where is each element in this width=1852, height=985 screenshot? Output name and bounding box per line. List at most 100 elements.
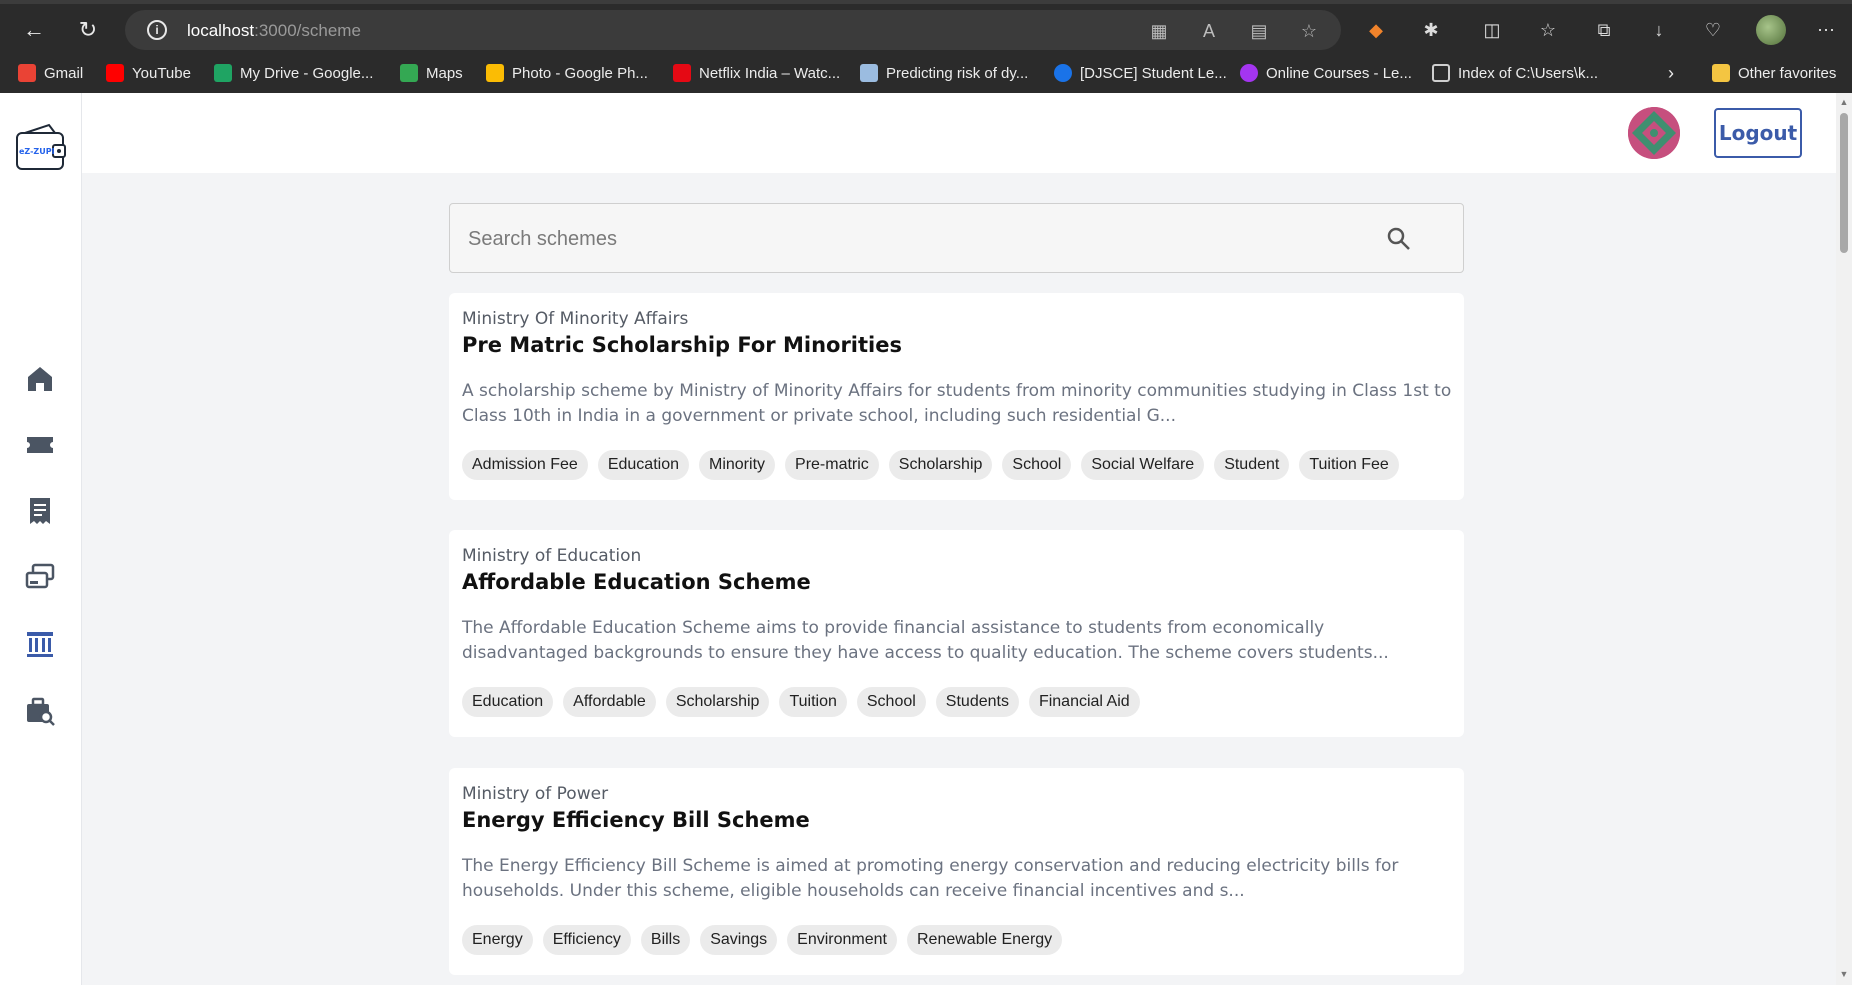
job-search-icon[interactable] — [24, 695, 56, 727]
refresh-icon[interactable]: ↻ — [72, 14, 104, 46]
favorites-icon[interactable]: ☆ — [1534, 16, 1562, 44]
scheme-description: The Energy Efficiency Bill Scheme is aim… — [462, 856, 1399, 901]
scheme-ministry: Ministry of Power — [462, 784, 609, 804]
scheme-tag[interactable]: Scholarship — [888, 450, 993, 480]
scheme-title[interactable]: Energy Efficiency Bill Scheme — [462, 808, 810, 832]
ticket-icon[interactable] — [24, 429, 56, 461]
downloads-icon[interactable]: ↓ — [1645, 16, 1673, 44]
search-icon[interactable] — [1386, 226, 1412, 252]
scheme-tag[interactable]: Students — [935, 687, 1019, 717]
scheme-card[interactable]: Ministry of Power Energy Efficiency Bill… — [449, 768, 1464, 975]
scheme-title[interactable]: Pre Matric Scholarship For Minorities — [462, 333, 902, 357]
scheme-tag[interactable]: Tuition Fee — [1299, 450, 1399, 480]
youtube-icon — [106, 64, 124, 82]
scheme-tag[interactable]: Admission Fee — [462, 450, 588, 480]
sidebar: eZ-ZUPI — [0, 93, 82, 985]
scheme-tag[interactable]: School — [856, 687, 926, 717]
scheme-tag[interactable]: Affordable — [563, 687, 656, 717]
scroll-up-arrow-icon[interactable]: ▲ — [1839, 97, 1849, 107]
wallet-logo-icon: eZ-ZUPI — [16, 123, 66, 170]
scheme-title[interactable]: Affordable Education Scheme — [462, 570, 811, 594]
user-avatar[interactable] — [1628, 107, 1680, 159]
scheme-tag[interactable]: Energy — [462, 925, 533, 955]
app-logo[interactable]: eZ-ZUPI — [15, 123, 67, 173]
scheme-tag[interactable]: Social Welfare — [1081, 450, 1205, 480]
read-aloud-icon[interactable]: A — [1196, 18, 1222, 44]
bank-icon[interactable] — [24, 628, 56, 660]
avatar-pattern-icon — [1628, 107, 1680, 159]
scheme-tag[interactable]: Environment — [787, 925, 897, 955]
search-input[interactable] — [468, 222, 1368, 256]
scheme-tags: Energy Efficiency Bills Savings Environm… — [462, 925, 1063, 955]
scheme-description: The Affordable Education Scheme aims to … — [462, 618, 1389, 663]
metamask-extension-icon[interactable]: ◆ — [1362, 16, 1390, 44]
scheme-ministry: Ministry Of Minority Affairs — [462, 309, 689, 329]
scheme-tag[interactable]: Savings — [700, 925, 778, 955]
scheme-tag[interactable]: Student — [1214, 450, 1290, 480]
scheme-tag[interactable]: School — [1002, 450, 1072, 480]
gmail-icon — [18, 64, 36, 82]
bookmarks-bar: Gmail YouTube My Drive - Google... Maps … — [0, 54, 1852, 93]
document-thumbnail-icon — [860, 64, 878, 82]
more-menu-icon[interactable]: ⋯ — [1812, 16, 1840, 44]
scheme-tag[interactable]: Efficiency — [542, 925, 631, 955]
bookmark-netflix[interactable]: Netflix India – Watc... — [673, 61, 840, 85]
bookmark-youtube[interactable]: YouTube — [106, 61, 191, 85]
bookmark-djsce[interactable]: [DJSCE] Student Le... — [1054, 61, 1227, 85]
photos-icon — [486, 64, 504, 82]
file-icon — [1432, 64, 1450, 82]
netflix-icon — [673, 64, 691, 82]
apps-icon[interactable]: ▦ — [1146, 18, 1172, 44]
scheme-ministry: Ministry of Education — [462, 546, 642, 566]
browser-essentials-icon[interactable]: ♡ — [1699, 16, 1727, 44]
scheme-tag[interactable]: Minority — [699, 450, 776, 480]
bookmark-index[interactable]: Index of C:\Users\k... — [1432, 61, 1598, 85]
back-icon[interactable]: ← — [18, 14, 50, 46]
scheme-card[interactable]: Ministry of Education Affordable Educati… — [449, 530, 1464, 737]
scheme-card[interactable]: Ministry Of Minority Affairs Pre Matric … — [449, 293, 1464, 500]
split-screen-icon[interactable]: ◫ — [1478, 16, 1506, 44]
main-content: Ministry Of Minority Affairs Pre Matric … — [82, 173, 1836, 985]
receipt-icon[interactable] — [24, 495, 56, 527]
bookmark-online-courses[interactable]: Online Courses - Le... — [1240, 61, 1412, 85]
site-info-icon[interactable]: i — [147, 20, 167, 40]
profile-avatar[interactable] — [1756, 15, 1786, 45]
cards-icon[interactable] — [24, 561, 56, 593]
page-scrollbar[interactable]: ▲ ▼ — [1836, 93, 1852, 985]
udemy-icon — [1240, 64, 1258, 82]
collections-icon[interactable]: ⧉ — [1590, 16, 1618, 44]
bookmark-maps[interactable]: Maps — [400, 61, 463, 85]
scheme-tag[interactable]: Renewable Energy — [906, 925, 1063, 955]
scheme-tag[interactable]: Tuition — [779, 687, 847, 717]
djsce-icon — [1054, 64, 1072, 82]
maps-icon — [400, 64, 418, 82]
app-header: Logout — [0, 93, 1836, 173]
bookmarks-overflow-chevron-icon[interactable]: › — [1668, 61, 1674, 85]
browser-toolbar: ← ↻ i localhost:3000/scheme ▦ A ▤ ☆ ◆ ✱ … — [0, 4, 1852, 54]
scheme-tag[interactable]: Education — [597, 450, 689, 480]
extensions-icon[interactable]: ✱ — [1417, 16, 1445, 44]
bookmark-photos[interactable]: Photo - Google Ph... — [486, 61, 648, 85]
scheme-tag[interactable]: Pre-matric — [785, 450, 879, 480]
scrollbar-thumb[interactable] — [1840, 113, 1848, 253]
bookmark-drive[interactable]: My Drive - Google... — [214, 61, 373, 85]
scheme-tag[interactable]: Scholarship — [665, 687, 770, 717]
home-icon[interactable] — [24, 363, 56, 395]
scheme-description: A scholarship scheme by Ministry of Mino… — [462, 381, 1452, 426]
bookmark-predicting-risk[interactable]: Predicting risk of dy... — [860, 61, 1028, 85]
svg-text:eZ-ZUPI: eZ-ZUPI — [19, 147, 55, 156]
immersive-reader-icon[interactable]: ▤ — [1246, 18, 1272, 44]
bookmark-gmail[interactable]: Gmail — [18, 61, 83, 85]
bookmark-other-favorites[interactable]: Other favorites — [1712, 61, 1836, 85]
scheme-tag[interactable]: Bills — [640, 925, 691, 955]
scheme-tag[interactable]: Education — [462, 687, 554, 717]
url-text[interactable]: localhost:3000/scheme — [187, 21, 361, 41]
scheme-tag[interactable]: Financial Aid — [1028, 687, 1140, 717]
address-bar[interactable]: i localhost:3000/scheme ▦ A ▤ ☆ — [125, 10, 1341, 50]
logout-button[interactable]: Logout — [1714, 108, 1802, 158]
scheme-tags: Admission Fee Education Minority Pre-mat… — [462, 450, 1399, 480]
scroll-down-arrow-icon[interactable]: ▼ — [1839, 969, 1849, 979]
drive-icon — [214, 64, 232, 82]
favorite-star-icon[interactable]: ☆ — [1296, 18, 1322, 44]
search-bar[interactable] — [449, 203, 1464, 273]
